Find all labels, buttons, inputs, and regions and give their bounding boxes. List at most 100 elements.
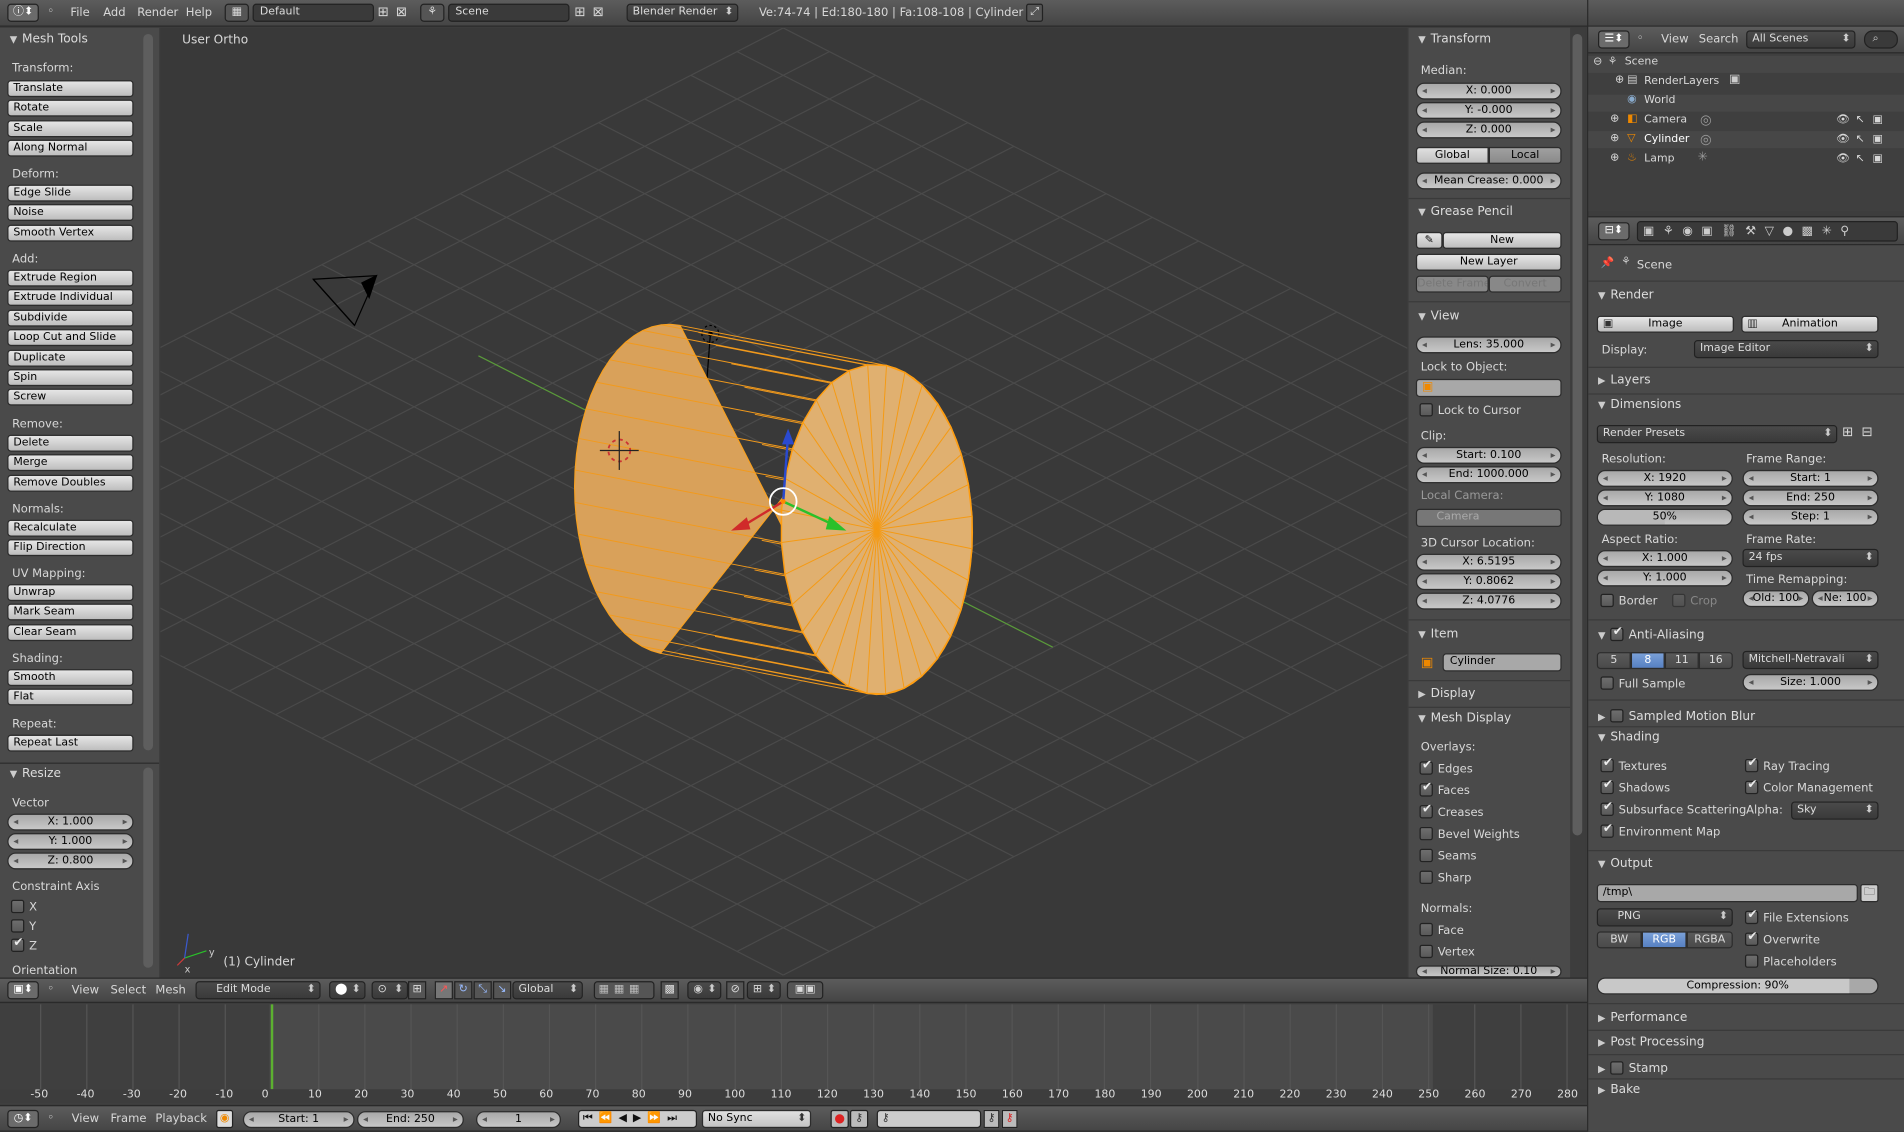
vertex-normals-checkbox[interactable] <box>1419 944 1433 959</box>
remove-scene-icon[interactable]: ⊠ <box>593 4 604 20</box>
edges-checkbox[interactable] <box>1419 759 1433 775</box>
median-z-field[interactable]: Z: 0.000 <box>1415 121 1562 139</box>
tool-button-screw[interactable]: Screw <box>7 389 134 407</box>
expand-icon[interactable]: ⊕ <box>1610 113 1619 125</box>
pivot-select[interactable]: ⊙ <box>371 981 409 1000</box>
local-camera-field[interactable]: Camera <box>1415 508 1562 528</box>
tool-button-loop-cut-and-slide[interactable]: Loop Cut and Slide <box>7 329 134 347</box>
translate-manipulator-icon[interactable]: ↗ <box>434 981 453 1000</box>
motion-blur-checkbox[interactable] <box>1610 709 1624 723</box>
tool-button-flat[interactable]: Flat <box>7 688 134 706</box>
viewport-shading-select[interactable]: ⬤ <box>329 981 366 1000</box>
tool-button-subdivide[interactable]: Subdivide <box>7 309 134 327</box>
textures-checkbox[interactable] <box>1600 757 1614 773</box>
outliner-camera[interactable]: Camera <box>1644 114 1687 126</box>
crop-checkbox[interactable] <box>1672 593 1686 608</box>
tool-button-unwrap[interactable]: Unwrap <box>7 584 134 602</box>
tool-button-mark-seam[interactable]: Mark Seam <box>7 603 134 621</box>
tool-button-flip-direction[interactable]: Flip Direction <box>7 539 134 557</box>
local-toggle[interactable]: Local <box>1488 146 1562 164</box>
transform-orientation-icon[interactable]: ↘ <box>493 981 512 1000</box>
view-panel-header[interactable]: View <box>1418 310 1460 323</box>
cursor-y-field[interactable]: Y: 0.8062 <box>1415 573 1562 591</box>
scene-field[interactable]: Scene <box>448 3 570 22</box>
vector-y-field[interactable]: Y: 1.000 <box>7 833 134 851</box>
render-icons[interactable]: ▣▣ <box>786 981 824 1000</box>
frame-step-field[interactable]: Step: 1 <box>1742 508 1879 526</box>
dimensions-panel-header[interactable]: Dimensions <box>1598 398 1681 411</box>
transform-panel-header[interactable]: Transform <box>1418 33 1491 46</box>
scale-manipulator-icon[interactable]: ⤡ <box>473 981 492 1000</box>
collapse-icon[interactable]: ◦ <box>1637 32 1644 45</box>
bake-header[interactable]: Bake <box>1598 1083 1640 1096</box>
tool-button-clear-seam[interactable]: Clear Seam <box>7 623 134 641</box>
add-layout-icon[interactable]: ⊞ <box>378 4 389 20</box>
fullscreen-icon[interactable]: ⤢ <box>1026 3 1044 22</box>
output-panel-header[interactable]: Output <box>1598 857 1652 870</box>
constraint-y-checkbox[interactable] <box>10 919 25 933</box>
render-engine-select[interactable]: Blender Render <box>626 3 739 22</box>
stamp-checkbox[interactable] <box>1610 1061 1624 1075</box>
color-bw-toggle[interactable]: BW <box>1596 931 1642 949</box>
tool-button-merge[interactable]: Merge <box>7 454 134 472</box>
frame-start-field[interactable]: Start: 1 <box>1742 469 1879 487</box>
mesh-display-header[interactable]: Mesh Display <box>1418 712 1512 725</box>
snap-element-select[interactable]: ⊞ <box>746 981 781 1000</box>
performance-header[interactable]: Performance <box>1598 1012 1687 1025</box>
median-x-field[interactable]: X: 0.000 <box>1415 82 1562 100</box>
new-layer-button[interactable]: New Layer <box>1415 253 1562 271</box>
sharp-checkbox[interactable] <box>1419 870 1433 885</box>
resolution-percentage-slider[interactable]: 50% <box>1596 508 1733 526</box>
motion-blur-header[interactable]: Sampled Motion Blur <box>1598 707 1755 724</box>
tool-button-extrude-individual[interactable]: Extrude Individual <box>7 289 134 307</box>
vector-x-field[interactable]: X: 1.000 <box>7 813 134 831</box>
outliner-scene[interactable]: Scene <box>1625 56 1658 68</box>
display-panel-header[interactable]: Display <box>1418 687 1476 700</box>
anti-aliasing-checkbox[interactable] <box>1610 625 1624 642</box>
lock-object-field[interactable]: ▣ <box>1415 378 1562 398</box>
gpencil-new-button[interactable]: New <box>1442 231 1562 249</box>
sss-checkbox[interactable] <box>1600 800 1614 817</box>
outliner-renderlayers[interactable]: RenderLayers <box>1644 75 1719 87</box>
normal-size-field[interactable]: Normal Size: 0.10 <box>1415 965 1562 978</box>
tool-shelf-scrollbar[interactable] <box>143 34 154 751</box>
limit-selection-icon[interactable]: ▩ <box>660 981 679 1000</box>
full-sample-checkbox[interactable] <box>1600 676 1614 690</box>
visibility-icon[interactable]: 👁 <box>1836 114 1850 126</box>
current-frame-field[interactable]: 1 <box>476 1111 562 1129</box>
remove-layout-icon[interactable]: ⊠ <box>396 4 407 20</box>
expand-icon[interactable]: ⊕ <box>1610 152 1619 164</box>
layout-icon[interactable]: ▦ <box>224 3 249 22</box>
add-scene-icon[interactable]: ⊞ <box>574 4 585 20</box>
manipulator-toggle-icon[interactable]: ⊞ <box>408 981 427 1000</box>
anti-aliasing-header[interactable]: Anti-Aliasing <box>1598 625 1704 642</box>
expand-icon[interactable]: ⊕ <box>1615 74 1624 86</box>
aa-samples-5[interactable]: 5 <box>1596 652 1631 670</box>
properties-context-tabs[interactable]: ▣⚘◉▣⛓⚒▽●▩✳⚲ <box>1636 221 1898 242</box>
render-animation-button[interactable]: ▥ Animation <box>1741 315 1879 333</box>
tool-button-duplicate[interactable]: Duplicate <box>7 349 134 367</box>
menu-view[interactable]: View <box>72 1112 99 1125</box>
renderability-icon[interactable]: ▣ <box>1872 114 1882 126</box>
stamp-header[interactable]: Stamp <box>1598 1059 1668 1076</box>
renderability-icon[interactable]: ▣ <box>1872 153 1882 165</box>
placeholders-checkbox[interactable] <box>1744 954 1759 968</box>
resolution-y-field[interactable]: Y: 1080 <box>1596 489 1733 507</box>
outliner-filter-select[interactable]: All Scenes <box>1746 30 1856 49</box>
remap-new-field[interactable]: Ne: 100 <box>1811 590 1879 608</box>
tool-button-smooth-vertex[interactable]: Smooth Vertex <box>7 224 134 242</box>
color-rgb-toggle[interactable]: RGB <box>1641 931 1687 949</box>
draw-icon[interactable]: ✎ <box>1415 231 1443 249</box>
file-format-select[interactable]: PNG <box>1596 908 1733 927</box>
current-frame-indicator[interactable] <box>270 1004 274 1090</box>
editor-type-icon[interactable]: ⊟⬍ <box>1598 222 1630 241</box>
tool-button-smooth[interactable]: Smooth <box>7 669 134 687</box>
item-name-field[interactable]: Cylinder <box>1442 653 1562 672</box>
border-checkbox[interactable] <box>1600 593 1614 608</box>
render-panel-header[interactable]: Render <box>1598 289 1653 302</box>
start-frame-field[interactable]: Start: 1 <box>242 1111 355 1129</box>
shading-panel-header[interactable]: Shading <box>1598 731 1659 744</box>
tool-button-extrude-region[interactable]: Extrude Region <box>7 269 134 287</box>
delete-frame-button[interactable]: Delete Frame <box>1415 275 1489 293</box>
aa-samples-8[interactable]: 8 <box>1630 652 1665 670</box>
